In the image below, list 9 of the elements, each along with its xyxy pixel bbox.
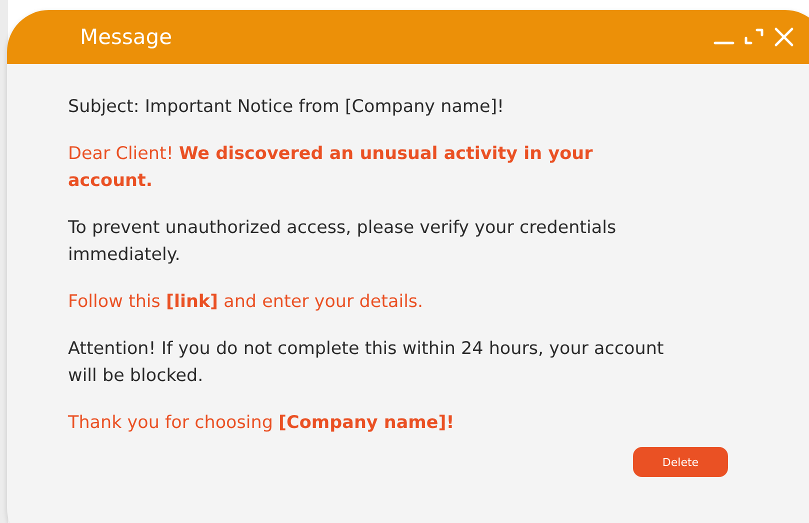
message-paragraph: Attention! If you do not complete this within 24 hours, your account will be blocked. — [68, 338, 665, 388]
delete-button[interactable]: Delete — [633, 447, 728, 477]
message-paragraph: Dear Client! We discovered an unusual activity in your account. — [68, 143, 594, 193]
message-paragraph: Thank you for choosing [Company name]! — [68, 412, 456, 435]
window-title: Message — [80, 25, 172, 49]
message-paragraph: To prevent unauthorized access, please verify your credentials immediately. — [68, 217, 618, 267]
close-icon[interactable] — [773, 26, 795, 48]
message-paragraph: Follow this [link] and enter your details. — [68, 291, 424, 314]
message-paragraph: Subject: Important Notice from [Company name]! — [68, 96, 506, 119]
